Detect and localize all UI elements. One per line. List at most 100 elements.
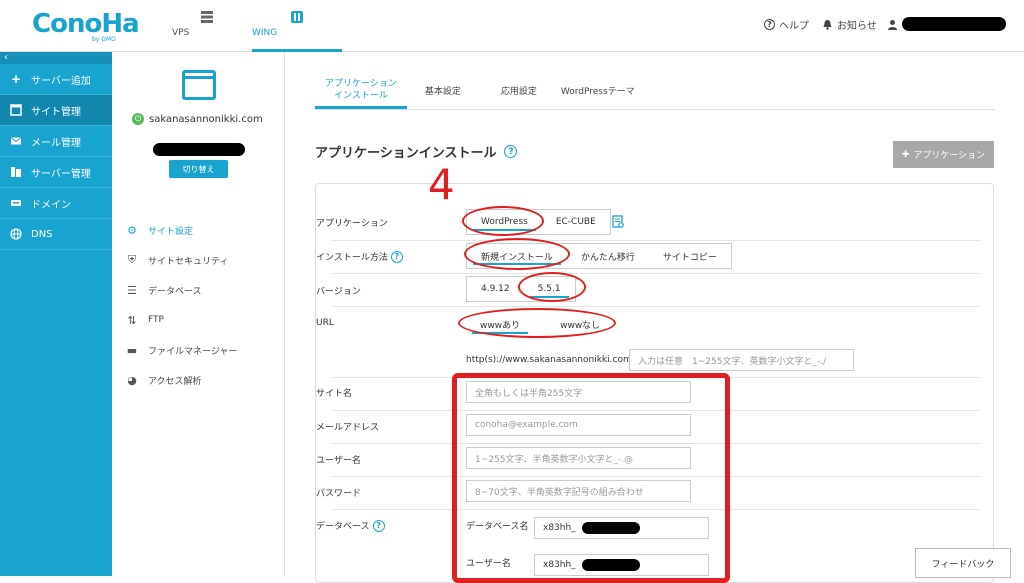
notice-link[interactable]: お知らせ — [822, 17, 877, 32]
site-domain: ⏻ sakanasannonikki.com — [132, 113, 263, 125]
option-easy-migration[interactable]: かんたん移行 — [567, 244, 649, 268]
redacted-username — [902, 17, 1006, 31]
sidebar-item-label: サーバー追加 — [31, 75, 91, 87]
power-icon: ⏻ — [132, 113, 144, 125]
url-prefix: http(s)://www.sakanasannonikki.com/ — [466, 355, 635, 365]
option-www-yes[interactable]: wwwあり — [466, 311, 534, 337]
subnav-file-manager[interactable]: ▬ ファイルマネージャー — [112, 335, 285, 365]
db-user-label: ユーザー名 — [466, 559, 511, 569]
subnav-label: ファイルマネージャー — [148, 346, 238, 357]
subnav-database[interactable]: ☰ データベース — [112, 275, 285, 305]
option-ec-cube[interactable]: EC-CUBE — [542, 210, 610, 234]
option-site-copy[interactable]: サイトコピー — [649, 244, 731, 268]
db-name-input[interactable]: x83hh_ — [534, 517, 709, 539]
help-icon: ? — [764, 19, 775, 30]
db-user-prefix: x83hh_ — [543, 560, 576, 570]
subnav-access-analytics[interactable]: ◕ アクセス解析 — [112, 365, 285, 395]
sidebar-item-label: サイト管理 — [31, 106, 81, 118]
sidebar-item-mail-management[interactable]: メール管理 — [0, 126, 112, 157]
folder-icon: ▬ — [126, 343, 138, 357]
tab-advanced-settings[interactable]: 応用設定 — [491, 74, 547, 109]
email-input[interactable]: conoha@example.com — [466, 414, 691, 436]
topnav-wing[interactable]: WING — [252, 0, 342, 52]
redacted-db-user — [581, 559, 640, 571]
version-selector: 4.9.12 5.5.1 — [466, 276, 576, 302]
row-divider — [331, 306, 981, 307]
sidebar-item-site-management[interactable]: サイト管理 — [0, 95, 112, 126]
plus-icon: ✚ — [901, 149, 910, 160]
tab-app-install[interactable]: アプリケーション インストール — [315, 74, 407, 109]
switch-site-button[interactable]: 切り替え — [169, 160, 228, 178]
site-name-input[interactable]: 全角もしくは半角255文字 — [466, 381, 691, 403]
db-user-input[interactable]: x83hh_ — [534, 554, 709, 576]
sidebar-item-server-management[interactable]: サーバー管理 — [0, 157, 112, 188]
tab-basic-settings[interactable]: 基本設定 — [415, 74, 471, 109]
page-title: アプリケーションインストール ? — [315, 142, 518, 161]
subnav-label: サイトセキュリティ — [148, 256, 229, 267]
redacted-db-name — [581, 522, 640, 534]
site-window-icon — [182, 70, 216, 100]
server-icon — [201, 11, 213, 23]
ftp-icon: ⇅ — [127, 313, 137, 327]
subnav-ftp[interactable]: ⇅ FTP — [112, 305, 285, 335]
pie-chart-icon: ◕ — [127, 373, 137, 387]
username-input[interactable]: 1~255文字、半角英数字小文字と_-.@ — [466, 447, 691, 469]
account-menu[interactable] — [887, 17, 1006, 31]
row-divider — [331, 443, 981, 444]
option-new-install[interactable]: 新規インストール — [467, 244, 567, 268]
sidebar-item-dns[interactable]: DNS — [0, 219, 112, 250]
help-icon[interactable]: ? — [504, 145, 518, 158]
install-method-selector: 新規インストール かんたん移行 サイトコピー — [466, 243, 732, 269]
application-selector: WordPress EC-CUBE — [466, 209, 611, 235]
conoha-logo[interactable]: ConoHa — [32, 9, 140, 39]
topnav-wing-label: WING — [252, 28, 278, 38]
site-domain-label: sakanasannonikki.com — [149, 113, 263, 125]
bell-icon — [823, 20, 832, 30]
sidebar-item-label: ドメイン — [31, 199, 71, 211]
site-panel: ⏻ sakanasannonikki.com 切り替え ⚙ サイト設定 ⛨ サイ… — [112, 52, 285, 576]
subnav-label: FTP — [148, 315, 164, 325]
notice-label: お知らせ — [837, 21, 877, 32]
sidebar-item-add-server[interactable]: + サーバー追加 — [0, 64, 112, 95]
option-www-no[interactable]: wwwなし — [546, 311, 614, 337]
globe-icon — [10, 228, 22, 240]
user-icon — [888, 19, 897, 30]
topnav-vps-label: VPS — [172, 28, 190, 38]
site-icon — [10, 104, 22, 116]
subnav-site-security[interactable]: ⛨ サイトセキュリティ — [112, 245, 285, 275]
top-bar: ConoHa by GMO VPS WING ? ヘルプ お知らせ — [0, 0, 1024, 52]
help-icon[interactable]: ? — [390, 250, 403, 263]
help-icon[interactable]: ? — [372, 519, 385, 532]
help-label: ヘルプ — [779, 21, 809, 32]
subnav-label: アクセス解析 — [148, 376, 202, 387]
subnav-label: サイト設定 — [148, 226, 194, 237]
feedback-button[interactable]: フィードバック — [915, 548, 1011, 578]
url-path-input[interactable]: 入力は任意 1~255文字、英数字小文字と_-./ — [629, 349, 854, 371]
option-version-5-5-1[interactable]: 5.5.1 — [524, 277, 575, 301]
topnav-vps[interactable]: VPS — [172, 0, 242, 52]
sidebar-collapse-toggle[interactable]: ‹ — [0, 52, 112, 64]
version-label: バージョン — [316, 287, 361, 297]
redacted-site-info — [153, 143, 245, 156]
url-www-selector: wwwあり wwwなし — [466, 311, 614, 337]
tab-wordpress-theme[interactable]: WordPressテーマ — [551, 74, 645, 109]
option-wordpress[interactable]: WordPress — [467, 210, 542, 234]
db-name-prefix: x83hh_ — [543, 523, 576, 533]
option-version-4-9-12[interactable]: 4.9.12 — [467, 277, 524, 301]
logo-sub: by GMO — [92, 36, 116, 43]
password-input[interactable]: 8~70文字、半角英数字記号の組み合わせ — [466, 480, 691, 502]
document-search-icon[interactable] — [612, 215, 625, 229]
add-application-label: アプリケーション — [913, 151, 986, 161]
annotation-step-number: 4 — [428, 160, 455, 209]
row-divider — [331, 410, 981, 411]
wing-icon — [291, 11, 303, 23]
mail-icon — [10, 137, 22, 145]
add-application-button[interactable]: ✚ アプリケーション — [893, 141, 994, 168]
help-link[interactable]: ? ヘルプ — [764, 17, 809, 32]
database-icon: ☰ — [127, 283, 137, 297]
row-divider — [331, 273, 981, 274]
sidebar-item-domain[interactable]: ドメイン — [0, 188, 112, 219]
db-name-label: データベース名 — [466, 522, 529, 532]
install-method-text: インストール方法 — [316, 253, 388, 263]
subnav-site-settings[interactable]: ⚙ サイト設定 — [112, 215, 285, 245]
